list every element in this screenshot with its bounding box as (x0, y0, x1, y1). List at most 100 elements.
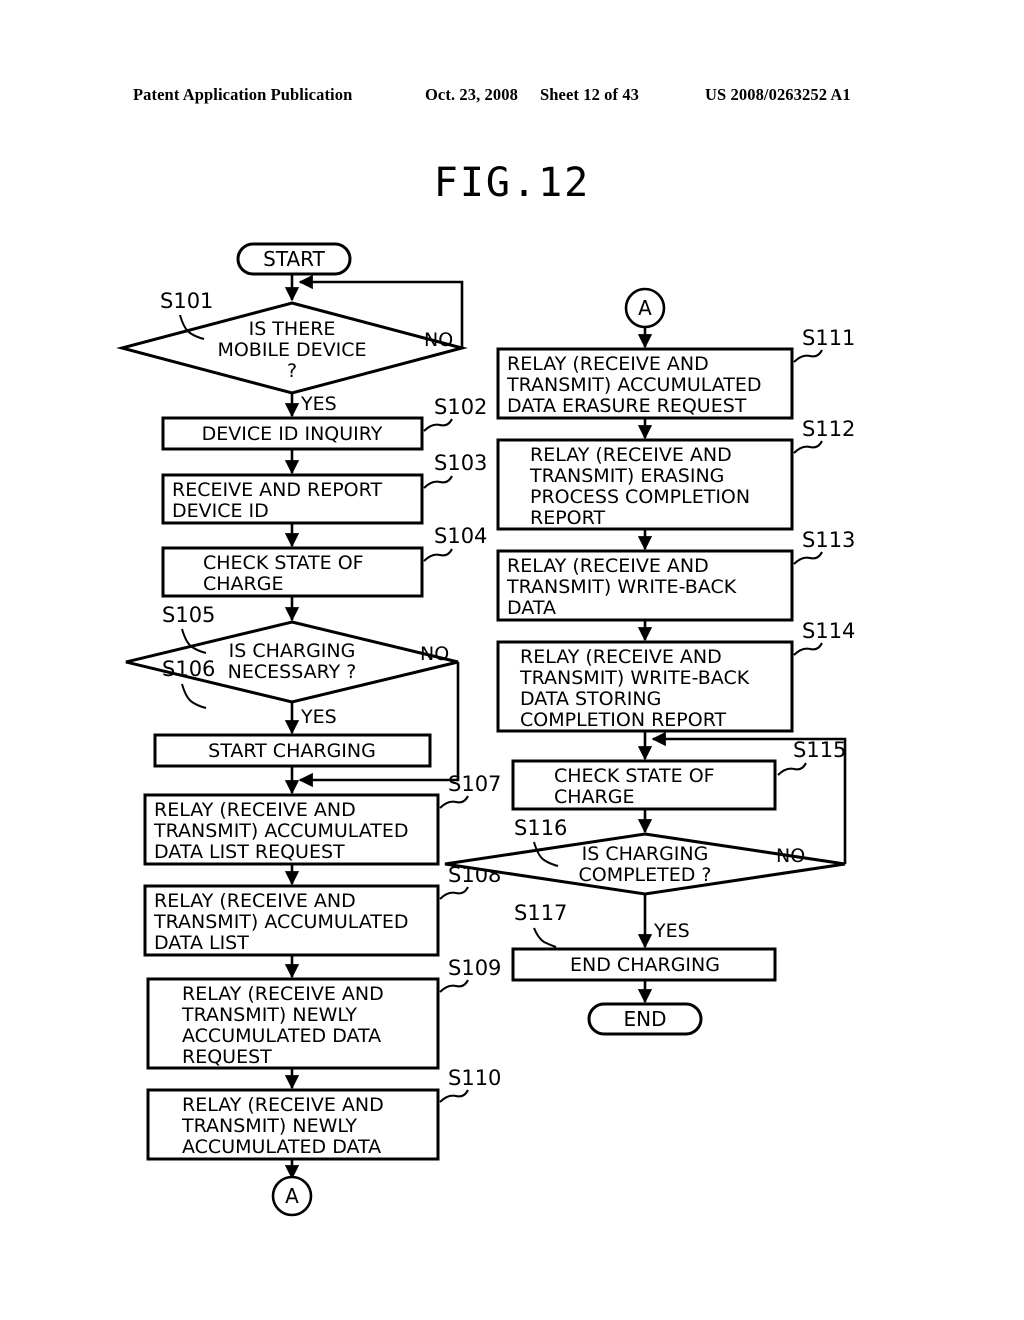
ref-label-s117: S117 (514, 901, 567, 925)
process-s103: RECEIVE AND REPORT DEVICE ID (161, 473, 424, 525)
process-s111-line-2: TRANSMIT) ACCUMULATED (506, 374, 762, 396)
process-s113-line-1: RELAY (RECEIVE AND (507, 555, 709, 577)
process-s107-line-1: RELAY (RECEIVE AND (154, 799, 356, 821)
process-s109: RELAY (RECEIVE AND TRANSMIT) NEWLY ACCUM… (146, 977, 440, 1070)
process-s109-line-1: RELAY (RECEIVE AND (182, 983, 384, 1005)
process-s115-line-1: CHECK STATE OF (554, 765, 715, 787)
ref-label-s115: S115 (793, 738, 846, 762)
process-s107-line-2: TRANSMIT) ACCUMULATED (153, 820, 409, 842)
ref-label-s102: S102 (434, 395, 487, 419)
process-s110-line-1: RELAY (RECEIVE AND (182, 1094, 384, 1116)
process-s111: RELAY (RECEIVE AND TRANSMIT) ACCUMULATED… (496, 347, 794, 420)
leader-line-s107 (439, 795, 469, 809)
connector-a-bottom-label: A (285, 1184, 299, 1208)
decision-s116-line-1: IS CHARGING (582, 843, 709, 865)
process-s112-line-4: REPORT (530, 507, 605, 529)
ref-label-s112: S112 (802, 417, 855, 441)
process-s107: RELAY (RECEIVE AND TRANSMIT) ACCUMULATED… (143, 793, 440, 866)
terminal-start-label: START (263, 247, 325, 271)
ref-label-s107: S107 (448, 772, 501, 796)
process-s110-line-2: TRANSMIT) NEWLY (181, 1115, 357, 1137)
leader-line-s114 (793, 642, 823, 656)
terminal-end-label: END (624, 1007, 667, 1031)
leader-line-s110 (439, 1089, 469, 1103)
decision-s116-line-2: COMPLETED ? (578, 864, 711, 886)
connector-a-top: A (624, 287, 666, 329)
process-s112-line-2: TRANSMIT) ERASING (529, 465, 724, 487)
process-s102-line-1: DEVICE ID INQUIRY (202, 423, 383, 445)
decision-s105-line-2: NECESSARY ? (228, 661, 357, 683)
process-s104: CHECK STATE OF CHARGE (161, 546, 424, 598)
leader-line-s104 (423, 548, 453, 562)
process-s113-line-2: TRANSMIT) WRITE-BACK (506, 576, 737, 598)
leader-line-s117 (533, 927, 557, 948)
process-s114-line-1: RELAY (RECEIVE AND (520, 646, 722, 668)
ref-label-s111: S111 (802, 326, 855, 350)
process-s108-line-1: RELAY (RECEIVE AND (154, 890, 356, 912)
process-s109-line-3: ACCUMULATED DATA (182, 1025, 381, 1047)
ref-label-s103: S103 (434, 451, 487, 475)
connector-a-bottom: A (271, 1175, 313, 1217)
process-s103-line-1: RECEIVE AND REPORT (172, 479, 382, 501)
patent-page: Patent Application Publication Oct. 23, … (0, 0, 1024, 1320)
ref-label-s114: S114 (802, 619, 855, 643)
decision-s105-line-1: IS CHARGING (229, 640, 356, 662)
leader-line-s108 (439, 886, 469, 900)
leader-line-s111 (793, 349, 823, 363)
ref-label-s110: S110 (448, 1066, 501, 1090)
process-s115: CHECK STATE OF CHARGE (511, 759, 777, 811)
process-s104-line-1: CHECK STATE OF (203, 552, 364, 574)
ref-label-s109: S109 (448, 956, 501, 980)
connector-a-top-label: A (638, 296, 652, 320)
branch-label-s101-no: NO (424, 329, 453, 351)
process-s117: END CHARGING (511, 947, 777, 982)
process-s113: RELAY (RECEIVE AND TRANSMIT) WRITE-BACK … (496, 549, 794, 622)
ref-label-s101: S101 (160, 289, 213, 313)
process-s111-line-3: DATA ERASURE REQUEST (507, 395, 747, 417)
process-s110: RELAY (RECEIVE AND TRANSMIT) NEWLY ACCUM… (146, 1088, 440, 1161)
process-s102: DEVICE ID INQUIRY (161, 416, 424, 451)
process-s108-line-3: DATA LIST (154, 932, 249, 954)
process-s113-line-3: DATA (507, 597, 556, 619)
decision-s101-line-3: ? (287, 360, 297, 382)
process-s112: RELAY (RECEIVE AND TRANSMIT) ERASING PRO… (496, 438, 794, 531)
process-s106-line-1: START CHARGING (208, 740, 376, 762)
process-s111-line-1: RELAY (RECEIVE AND (507, 353, 709, 375)
leader-line-s112 (793, 440, 823, 454)
process-s104-line-2: CHARGE (203, 573, 283, 595)
decision-s101-line-2: MOBILE DEVICE (217, 339, 366, 361)
flowchart-diagram: START IS THERE MOBILE DEVICE ? S101 NO Y… (116, 242, 855, 1217)
ref-label-s104: S104 (434, 524, 487, 548)
branch-label-s116-no: NO (776, 845, 805, 867)
ref-label-s116: S116 (514, 816, 567, 840)
ref-label-s105: S105 (162, 603, 215, 627)
leader-line-s106 (181, 683, 207, 709)
process-s114-line-2: TRANSMIT) WRITE-BACK (519, 667, 750, 689)
ref-label-s113: S113 (802, 528, 855, 552)
branch-label-s101-yes: YES (300, 393, 337, 415)
process-s110-line-3: ACCUMULATED DATA (182, 1136, 381, 1158)
leader-line-s109 (439, 979, 469, 993)
process-s109-line-4: REQUEST (182, 1046, 272, 1068)
process-s112-line-3: PROCESS COMPLETION (530, 486, 750, 508)
branch-label-s116-yes: YES (653, 920, 690, 942)
decision-s101: IS THERE MOBILE DEVICE ? (116, 301, 468, 395)
leader-line-s102 (423, 418, 453, 432)
process-s115-line-2: CHARGE (554, 786, 634, 808)
process-s106: START CHARGING (153, 733, 432, 768)
process-s108: RELAY (RECEIVE AND TRANSMIT) ACCUMULATED… (143, 884, 440, 957)
process-s103-line-2: DEVICE ID (172, 500, 269, 522)
process-s114: RELAY (RECEIVE AND TRANSMIT) WRITE-BACK … (496, 640, 794, 733)
branch-label-s105-no: NO (420, 643, 449, 665)
process-s114-line-4: COMPLETION REPORT (520, 709, 727, 731)
process-s109-line-2: TRANSMIT) NEWLY (181, 1004, 357, 1026)
process-s107-line-3: DATA LIST REQUEST (154, 841, 345, 863)
process-s112-line-1: RELAY (RECEIVE AND (530, 444, 732, 466)
leader-line-s103 (423, 475, 453, 489)
process-s114-line-3: DATA STORING (520, 688, 661, 710)
ref-label-s106: S106 (162, 657, 215, 681)
process-s117-line-1: END CHARGING (570, 954, 720, 976)
decision-s101-line-1: IS THERE (249, 318, 336, 340)
branch-label-s105-yes: YES (300, 706, 337, 728)
leader-line-s115 (777, 762, 807, 776)
